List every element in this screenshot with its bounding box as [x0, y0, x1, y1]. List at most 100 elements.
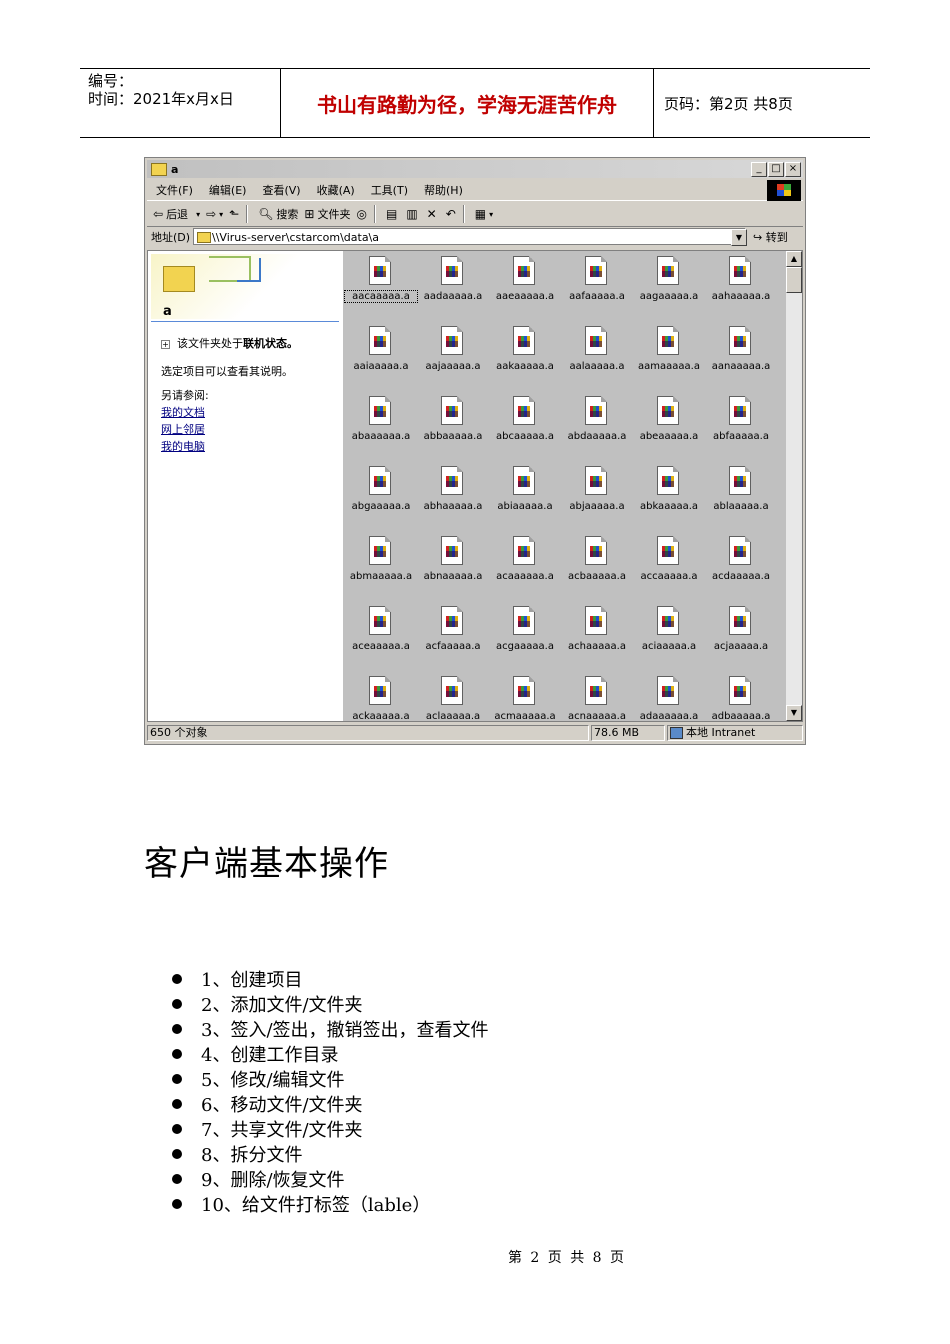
move-to-button[interactable]: ▤ [386, 207, 400, 221]
file-item[interactable]: acdaaaaa.a [705, 533, 777, 599]
folders-button[interactable]: ⊞ 文件夹 [304, 206, 350, 222]
file-name: aaeaaaaa.a [495, 291, 555, 302]
file-item[interactable]: abgaaaaa.a [345, 463, 417, 529]
file-item[interactable]: aafaaaaa.a [561, 253, 633, 319]
back-button[interactable]: ⇦ 后退 ▾ [153, 206, 200, 222]
file-item[interactable]: aciaaaaa.a [633, 603, 705, 669]
file-icon [657, 676, 679, 705]
file-item[interactable]: acgaaaaa.a [489, 603, 561, 669]
views-button[interactable]: ▦ ▾ [475, 207, 493, 221]
file-item[interactable]: abkaaaaa.a [633, 463, 705, 529]
file-item[interactable]: abmaaaaa.a [345, 533, 417, 599]
file-item[interactable]: aagaaaaa.a [633, 253, 705, 319]
file-item[interactable]: ablaaaaa.a [705, 463, 777, 529]
file-item[interactable]: aaeaaaaa.a [489, 253, 561, 319]
link-network-places[interactable]: 网上邻居 [161, 421, 205, 438]
menu-tools[interactable]: 工具(T) [371, 182, 408, 198]
up-folder-icon: ⬑ [229, 207, 240, 221]
file-item[interactable]: aadaaaaa.a [417, 253, 489, 319]
file-icon [585, 676, 607, 705]
menu-file[interactable]: 文件(F) [156, 182, 193, 198]
bullet-icon [172, 1098, 182, 1109]
close-button[interactable]: × [785, 162, 801, 177]
file-icon [657, 256, 679, 285]
menu-favorites[interactable]: 收藏(A) [317, 182, 355, 198]
banner-divider [151, 321, 339, 322]
file-item[interactable]: aajaaaaa.a [417, 323, 489, 389]
file-item[interactable]: acbaaaaa.a [561, 533, 633, 599]
status-size: 78.6 MB [591, 725, 665, 741]
file-name: adaaaaaa.a [639, 711, 699, 722]
file-item[interactable]: acjaaaaa.a [705, 603, 777, 669]
file-item[interactable]: aalaaaaa.a [561, 323, 633, 389]
undo-button[interactable]: ↶ [446, 207, 459, 221]
file-name: abiaaaaa.a [497, 501, 553, 512]
file-item[interactable]: aacaaaaa.a [344, 253, 418, 319]
address-input[interactable]: \\Virus-server\cstarcom\data\a [193, 228, 745, 245]
file-item[interactable]: acfaaaaa.a [417, 603, 489, 669]
file-item[interactable]: acaaaaaa.a [489, 533, 561, 599]
file-item[interactable]: achaaaaa.a [561, 603, 633, 669]
link-my-documents[interactable]: 我的文档 [161, 404, 205, 421]
up-folder-button[interactable]: ⬑ [229, 207, 242, 221]
file-item[interactable]: accaaaaa.a [633, 533, 705, 599]
file-name: abnaaaaa.a [423, 571, 483, 582]
list-item: 8、拆分文件 [172, 1141, 489, 1166]
file-item[interactable]: aamaaaaa.a [633, 323, 705, 389]
link-my-computer[interactable]: 我的电脑 [161, 438, 205, 455]
expand-icon[interactable]: + [161, 340, 170, 349]
file-item[interactable]: aakaaaaa.a [489, 323, 561, 389]
file-item[interactable]: aanaaaaa.a [705, 323, 777, 389]
file-name: abhaaaaa.a [423, 501, 483, 512]
go-button[interactable]: ↪ 转到 [753, 229, 788, 245]
window-title: a [171, 162, 179, 176]
minimize-button[interactable]: _ [751, 162, 767, 177]
file-item[interactable]: abaaaaaa.a [345, 393, 417, 459]
scroll-up-icon[interactable]: ▲ [786, 251, 802, 267]
file-name: abmaaaaa.a [349, 571, 413, 582]
search-button[interactable]: 🔍︎ 搜索 [258, 206, 298, 222]
file-icon [369, 326, 391, 355]
file-item[interactable]: abbaaaaa.a [417, 393, 489, 459]
file-icon [369, 256, 391, 285]
delete-button[interactable]: ✕ [427, 207, 440, 221]
file-name: acmaaaaa.a [494, 711, 556, 722]
forward-button[interactable]: ⇨ ▾ [206, 207, 223, 221]
file-item[interactable]: abcaaaaa.a [489, 393, 561, 459]
file-item[interactable]: abiaaaaa.a [489, 463, 561, 529]
maximize-button[interactable]: □ [768, 162, 784, 177]
online-status-bold: 联机状态。 [243, 337, 298, 350]
address-dropdown-icon[interactable]: ▼ [731, 229, 747, 246]
windows-logo-icon [767, 180, 801, 201]
file-icon [369, 396, 391, 425]
file-item[interactable]: abnaaaaa.a [417, 533, 489, 599]
file-list: aacaaaaa.a aadaaaaa.a aaeaaaaa.a aafaaaaa.a… [343, 251, 788, 722]
history-button[interactable]: ◎ [356, 207, 369, 221]
file-item[interactable]: abeaaaaa.a [633, 393, 705, 459]
scroll-thumb[interactable] [786, 267, 802, 293]
copy-to-button[interactable]: ▥ [406, 207, 420, 221]
list-item-text: 1、创建项目 [201, 969, 303, 991]
vertical-scrollbar[interactable]: ▲ ▼ [786, 251, 802, 721]
scroll-down-icon[interactable]: ▼ [786, 705, 802, 721]
footer-page-number: 第 2 页 共 8 页 [507, 1250, 625, 1266]
file-name: acnaaaaa.a [568, 711, 626, 722]
file-name: abaaaaaa.a [351, 431, 411, 442]
file-icon [441, 676, 463, 705]
menu-edit[interactable]: 编辑(E) [209, 182, 247, 198]
file-item[interactable]: aceaaaaa.a [345, 603, 417, 669]
menu-help[interactable]: 帮助(H) [424, 182, 463, 198]
address-bar: 地址(D) \\Virus-server\cstarcom\data\a ▼ ↪… [147, 226, 803, 248]
file-item[interactable]: abhaaaaa.a [417, 463, 489, 529]
file-item[interactable]: aahaaaaa.a [705, 253, 777, 319]
file-item[interactable]: abfaaaaa.a [705, 393, 777, 459]
banner-decoration [237, 258, 261, 282]
menu-view[interactable]: 查看(V) [262, 182, 300, 198]
file-item[interactable]: abdaaaaa.a [561, 393, 633, 459]
menu-bar: 文件(F) 编辑(E) 查看(V) 收藏(A) 工具(T) 帮助(H) [147, 180, 803, 201]
back-dropdown-icon[interactable]: ▾ [196, 210, 200, 219]
file-item[interactable]: abjaaaaa.a [561, 463, 633, 529]
header-page-cell: 页码：第2页 共8页 [654, 69, 870, 137]
file-item[interactable]: aaiaaaaa.a [345, 323, 417, 389]
intranet-zone-icon [670, 727, 683, 739]
